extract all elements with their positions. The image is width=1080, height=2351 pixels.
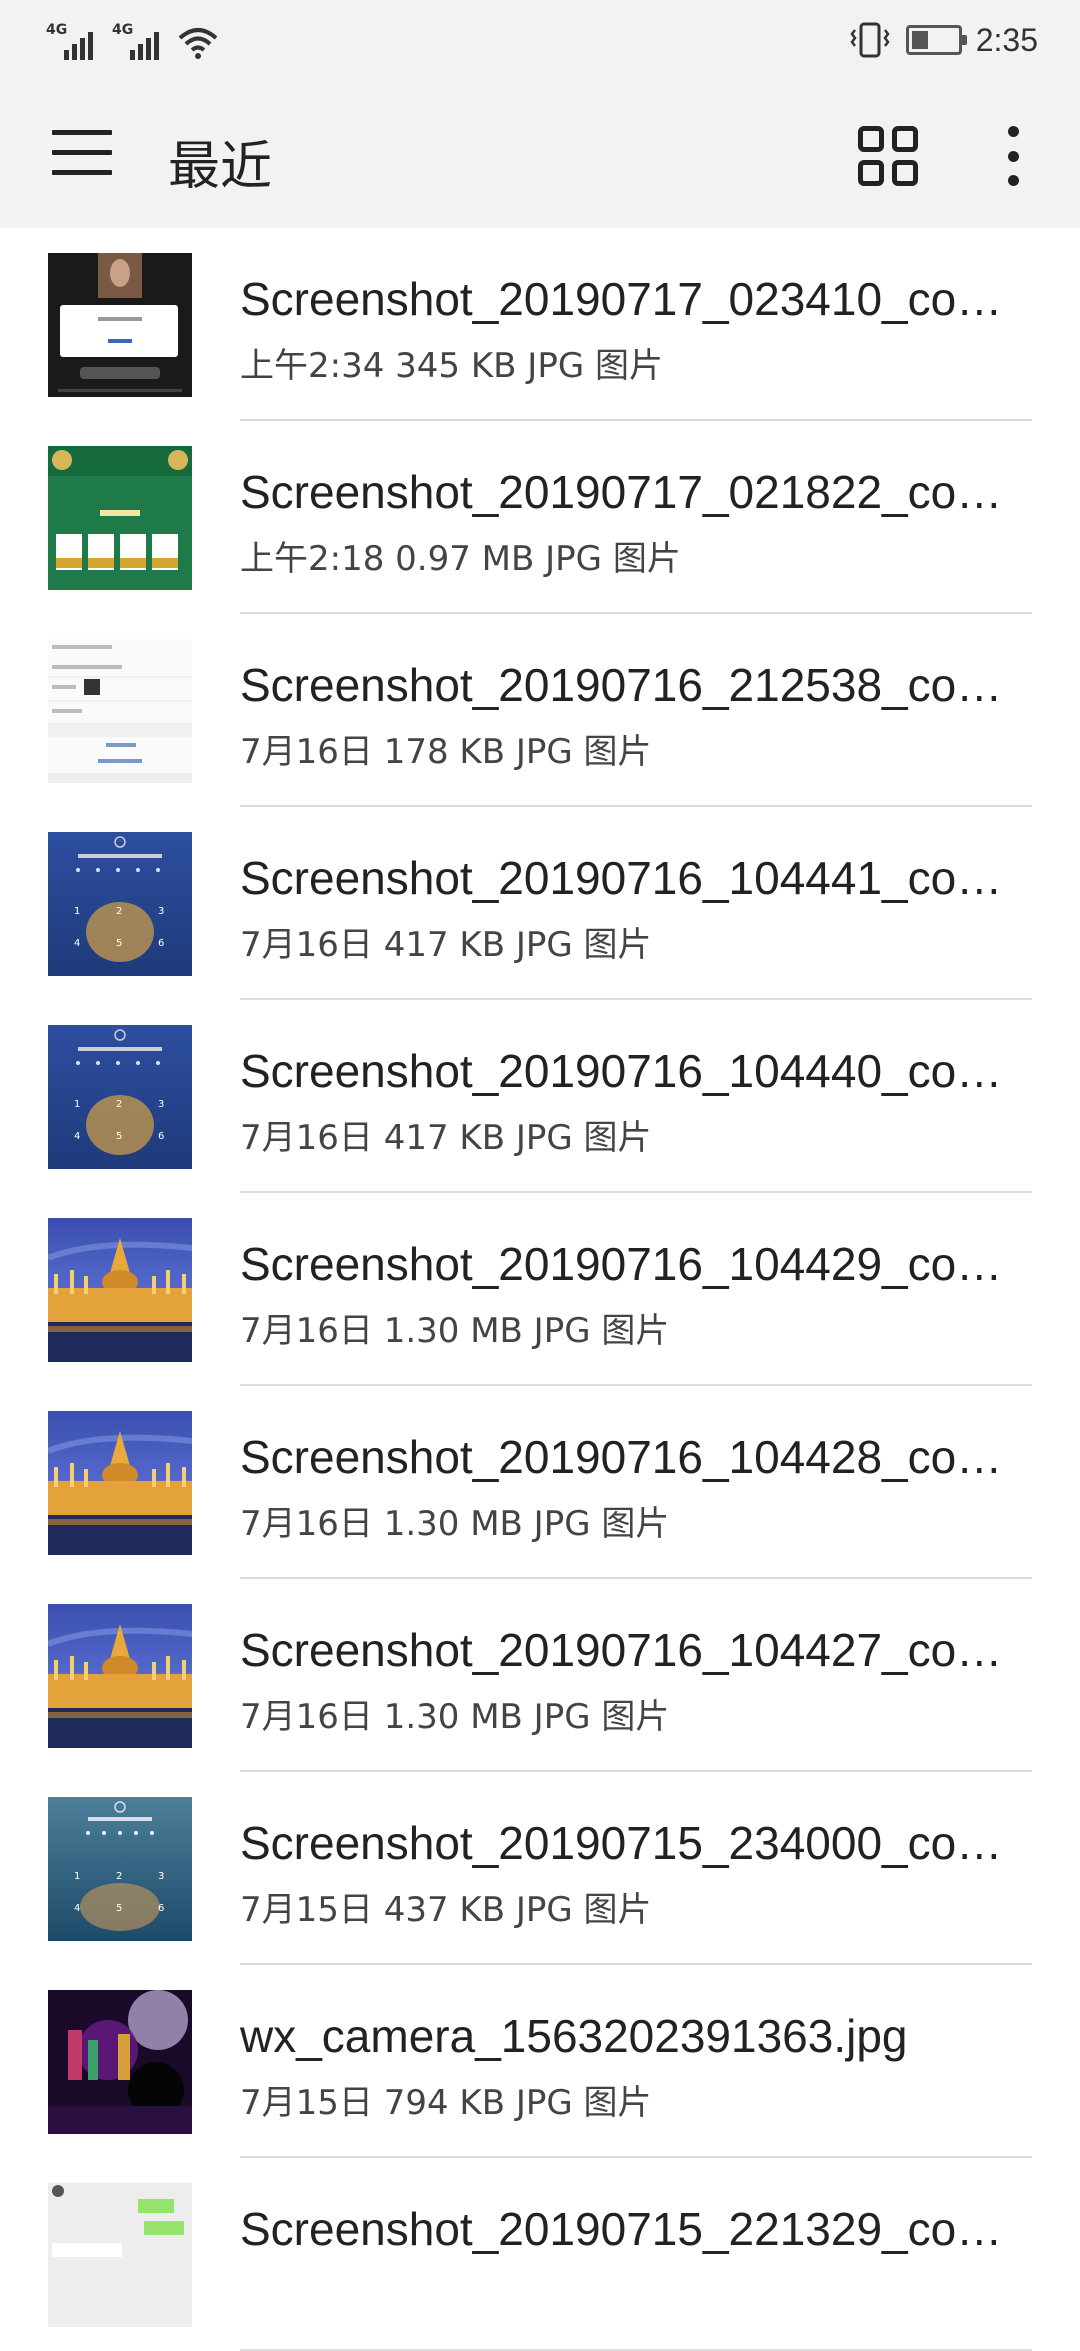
file-list-item[interactable]: Screenshot_20190716_104428_co… 7月16日 1.30… [0,1386,1080,1579]
svg-text:2: 2 [116,906,122,917]
svg-text:6: 6 [158,1903,164,1914]
file-meta: 7月16日 178 KB JPG 图片 [240,732,652,772]
file-list-item[interactable]: Screenshot_20190716_212538_co… 7月16日 178 … [0,614,1080,807]
more-options-icon[interactable] [998,126,1028,186]
grid-view-icon[interactable] [858,126,918,186]
hamburger-menu-icon[interactable] [52,130,112,182]
file-meta: 7月16日 1.30 MB JPG 图片 [240,1697,670,1737]
svg-text:3: 3 [158,1871,164,1882]
file-thumbnail [48,446,192,590]
file-list: Screenshot_20190717_023410_co… 上午2:34 345… [0,228,1080,2351]
file-name: Screenshot_20190716_104427_co… [240,1624,1003,1676]
svg-text:1: 1 [74,1871,80,1882]
file-thumbnail [48,1218,192,1362]
file-thumbnail [48,2183,192,2327]
vibrate-icon [850,22,890,58]
svg-text:1: 1 [74,906,80,917]
page-title: 最近 [168,137,273,197]
file-thumbnail [48,1411,192,1555]
file-name: Screenshot_20190715_234000_co… [240,1817,1003,1869]
app-toolbar: 最近 [0,86,1080,228]
wifi-icon [178,28,218,59]
file-name: Screenshot_20190716_212538_co… [240,659,1003,711]
svg-text:5: 5 [116,1131,122,1142]
file-list-item[interactable]: 1 2 3 4 5 6 Screenshot_20190716_104440_co… 7月16… [0,1000,1080,1193]
cellular-signal-icon: 4G [46,22,102,60]
file-name: wx_camera_1563202391363.jpg [240,2010,908,2062]
file-meta: 7月16日 417 KB JPG 图片 [240,925,652,965]
clock: 2:35 [975,21,1038,58]
file-thumbnail: 1 2 3 4 5 6 [48,1025,192,1169]
file-meta: 7月16日 417 KB JPG 图片 [240,1118,652,1158]
file-list-item[interactable]: Screenshot_20190717_023410_co… 上午2:34 345… [0,228,1080,421]
file-name: Screenshot_20190717_021822_co… [240,466,1003,518]
svg-text:2: 2 [116,1871,122,1882]
file-meta: 7月15日 437 KB JPG 图片 [240,1890,652,1930]
svg-text:4: 4 [74,1903,80,1914]
file-meta: 上午2:18 0.97 MB JPG 图片 [240,539,681,579]
svg-text:3: 3 [158,1099,164,1110]
status-bar: 4G 4G 2:35 [0,0,1080,86]
file-thumbnail: 1 2 3 4 5 6 [48,1797,192,1941]
svg-text:4: 4 [74,938,80,949]
cellular-signal-icon-2: 4G [112,22,168,60]
svg-text:2: 2 [116,1099,122,1110]
file-name: Screenshot_20190716_104429_co… [240,1238,1003,1290]
svg-text:5: 5 [116,1903,122,1914]
file-list-item[interactable]: wx_camera_1563202391363.jpg 7月15日 794 KB … [0,1965,1080,2158]
file-name: Screenshot_20190717_023410_co… [240,273,1003,325]
file-list-item[interactable]: 1 2 3 4 5 6 Screenshot_20190715_234000_co… 7月15… [0,1772,1080,1965]
file-name: Screenshot_20190716_104440_co… [240,1045,1003,1097]
file-thumbnail: 1 2 3 4 5 6 [48,832,192,976]
svg-text:1: 1 [74,1099,80,1110]
file-meta: 上午2:34 345 KB JPG 图片 [240,346,663,386]
svg-text:5: 5 [116,938,122,949]
file-list-item[interactable]: 1 2 3 4 5 6 Screenshot_20190716_104441_co… 7月16… [0,807,1080,1000]
file-name: Screenshot_20190716_104441_co… [240,852,1003,904]
svg-text:6: 6 [158,938,164,949]
battery-icon [905,25,967,55]
file-list-item[interactable]: Screenshot_20190716_104429_co… 7月16日 1.30… [0,1193,1080,1386]
file-list-item[interactable]: Screenshot_20190717_021822_co… 上午2:18 0.9… [0,421,1080,614]
file-name: Screenshot_20190716_104428_co… [240,1431,1003,1483]
file-thumbnail [48,639,192,783]
svg-text:3: 3 [158,906,164,917]
file-thumbnail [48,1604,192,1748]
file-thumbnail [48,1990,192,2134]
svg-text:6: 6 [158,1131,164,1142]
file-meta: 7月15日 794 KB JPG 图片 [240,2083,652,2123]
file-list-item[interactable]: Screenshot_20190715_221329_co… [0,2158,1080,2351]
file-name: Screenshot_20190715_221329_co… [240,2203,1003,2255]
file-list-item[interactable]: Screenshot_20190716_104427_co… 7月16日 1.30… [0,1579,1080,1772]
svg-text:4: 4 [74,1131,80,1142]
file-thumbnail [48,253,192,397]
file-meta: 7月16日 1.30 MB JPG 图片 [240,1311,670,1351]
file-meta: 7月16日 1.30 MB JPG 图片 [240,1504,670,1544]
